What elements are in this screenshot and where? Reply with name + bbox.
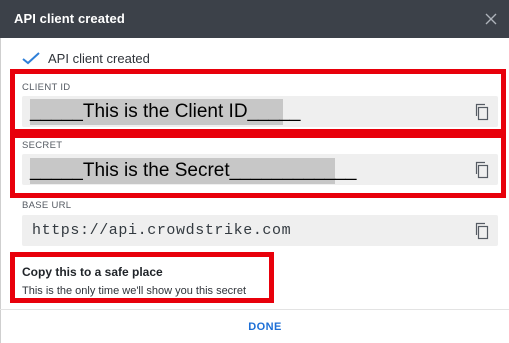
base-url-field[interactable]: https://api.crowdstrike.com bbox=[22, 215, 498, 246]
success-message: API client created bbox=[22, 50, 150, 66]
highlight-secret bbox=[10, 133, 506, 198]
base-url-value: https://api.crowdstrike.com bbox=[32, 222, 292, 239]
check-icon bbox=[22, 51, 40, 65]
success-text: API client created bbox=[48, 50, 150, 66]
close-icon[interactable] bbox=[481, 9, 501, 29]
highlight-notice bbox=[10, 252, 274, 303]
dialog-header: API client created bbox=[0, 0, 509, 38]
api-client-dialog: API client created API client created CL… bbox=[0, 0, 509, 343]
done-button[interactable]: DONE bbox=[230, 318, 300, 336]
dialog-title: API client created bbox=[14, 11, 125, 26]
copy-icon[interactable] bbox=[474, 222, 490, 240]
footer-divider bbox=[0, 309, 509, 310]
dialog-left-border bbox=[0, 38, 1, 343]
highlight-client-id bbox=[10, 69, 506, 134]
base-url-label: BASE URL bbox=[22, 200, 72, 211]
